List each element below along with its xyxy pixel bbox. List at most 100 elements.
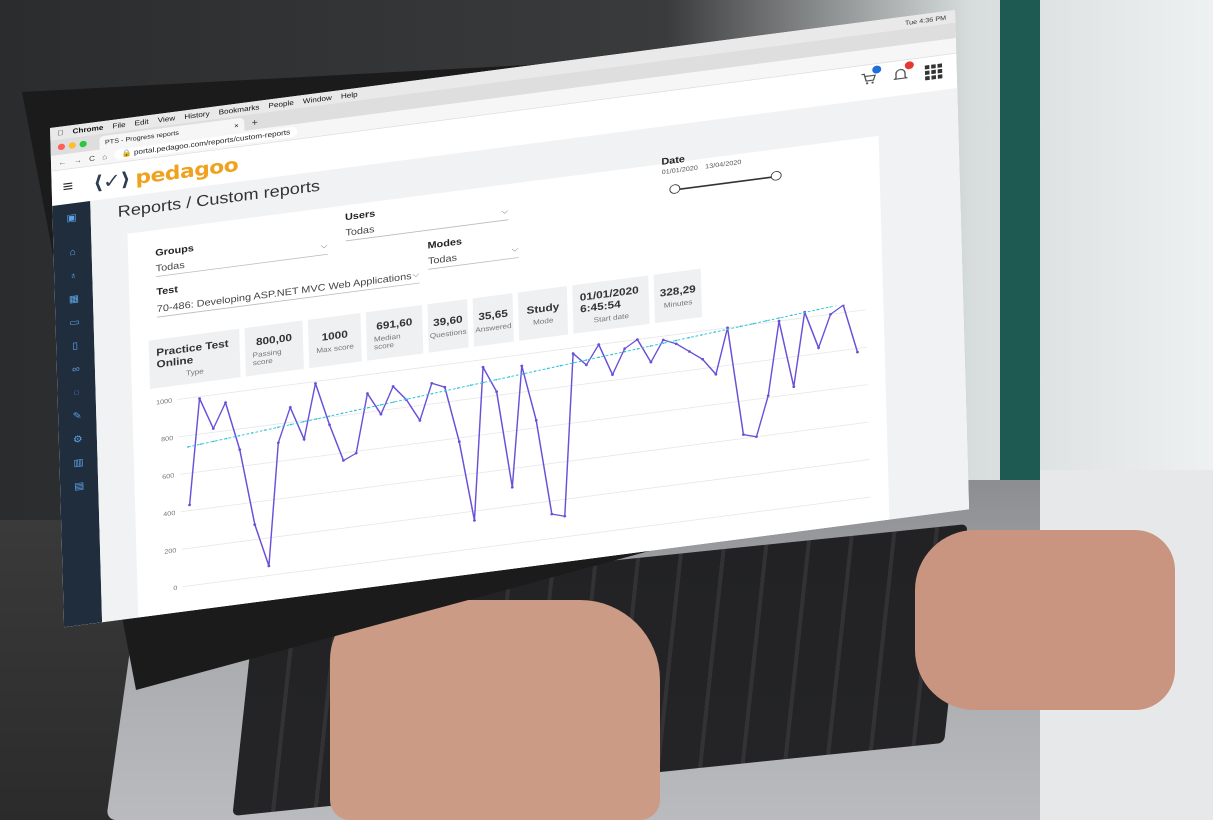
edit-icon[interactable]: ✎ bbox=[72, 410, 81, 422]
gridline bbox=[180, 421, 869, 513]
bell-icon[interactable] bbox=[892, 60, 914, 86]
trend-point bbox=[598, 356, 600, 359]
close-tab-icon[interactable]: × bbox=[234, 121, 239, 129]
photo-scene:  Chrome File Edit View History Bookmark… bbox=[0, 0, 1213, 820]
chat-icon[interactable]: ◌ bbox=[73, 386, 80, 398]
stat-label: Max score bbox=[316, 341, 354, 355]
stat-card: Practice Test Online Type bbox=[148, 328, 241, 389]
users-value: Todas bbox=[345, 223, 375, 238]
stat-card: 35,65 Answered bbox=[472, 293, 514, 347]
stat-card: 800,00 Passing score bbox=[244, 320, 304, 377]
groups-value: Todas bbox=[155, 258, 185, 274]
mobile-icon[interactable]: ▯ bbox=[72, 340, 78, 352]
stat-label: Type bbox=[186, 367, 204, 378]
stat-label: Mode bbox=[532, 315, 554, 327]
trend-point bbox=[636, 348, 639, 350]
gear-icon[interactable]: ⚙ bbox=[73, 433, 83, 445]
trend-point bbox=[829, 306, 832, 308]
infinity-icon[interactable]: ∞ bbox=[72, 363, 80, 375]
apple-menu-icon[interactable]:  bbox=[57, 129, 63, 138]
menu-view[interactable]: View bbox=[158, 114, 176, 124]
trend-point bbox=[469, 384, 472, 387]
trend-point bbox=[289, 423, 292, 426]
stat-card: 1000 Max score bbox=[307, 312, 362, 369]
menu-icon[interactable]: ≡ bbox=[62, 174, 93, 196]
minimize-window-icon[interactable] bbox=[68, 141, 76, 150]
trend-point bbox=[700, 334, 703, 336]
stat-card: Study Mode bbox=[517, 286, 569, 341]
stat-value: 39,60 bbox=[432, 312, 463, 329]
close-window-icon[interactable] bbox=[57, 143, 66, 151]
logo-mark: ⟨✓⟩ bbox=[93, 167, 131, 195]
card-icon[interactable]: ▭ bbox=[69, 316, 80, 328]
lock-icon: 🔒 bbox=[121, 148, 132, 158]
score-point bbox=[443, 385, 447, 389]
home-icon[interactable]: ⌂ bbox=[69, 246, 76, 258]
reload-icon[interactable]: C bbox=[89, 154, 95, 163]
slider-start-handle[interactable] bbox=[669, 183, 681, 195]
bar-chart-icon[interactable]: ▥ bbox=[73, 456, 84, 468]
stat-value: Study bbox=[526, 300, 560, 316]
score-point bbox=[188, 503, 192, 507]
stat-label: Start date bbox=[593, 311, 630, 325]
stat-value: 691,60 bbox=[376, 315, 413, 332]
archive-icon[interactable]: ▤ bbox=[74, 480, 85, 492]
y-tick-label: 200 bbox=[164, 548, 176, 556]
chevron-down-icon: ⌵ bbox=[320, 241, 328, 251]
trend-point bbox=[315, 418, 318, 420]
score-point bbox=[520, 364, 524, 368]
header-actions bbox=[860, 60, 943, 91]
stat-card: 39,60 Questions bbox=[427, 299, 469, 353]
grid-icon[interactable]: ▦ bbox=[69, 293, 80, 305]
score-point bbox=[742, 433, 745, 436]
test-label: Test bbox=[156, 283, 179, 298]
y-tick-label: 1000 bbox=[156, 398, 173, 407]
trend-point bbox=[456, 387, 459, 389]
menu-help[interactable]: Help bbox=[341, 90, 358, 100]
forward-icon[interactable]: → bbox=[74, 156, 82, 165]
stat-value: 328,29 bbox=[659, 282, 696, 299]
stat-card: 328,29 Minutes bbox=[653, 268, 703, 324]
score-point bbox=[777, 319, 781, 323]
trend-point bbox=[302, 420, 305, 423]
stat-label: Questions bbox=[429, 326, 467, 340]
trend-point bbox=[765, 320, 768, 322]
folder-icon[interactable]: ▣ bbox=[66, 211, 77, 223]
menu-file[interactable]: File bbox=[112, 121, 125, 131]
trend-point bbox=[495, 378, 498, 381]
score-point bbox=[430, 381, 434, 385]
trend-point bbox=[187, 446, 189, 448]
trend-point bbox=[688, 336, 690, 339]
date-to: 13/04/2020 bbox=[705, 158, 742, 171]
score-point bbox=[792, 385, 796, 389]
y-tick-label: 400 bbox=[163, 510, 175, 518]
chevron-down-icon: ⌵ bbox=[511, 244, 519, 255]
trend-point bbox=[508, 376, 511, 378]
trend-point bbox=[341, 412, 344, 415]
stat-label: Passing score bbox=[252, 347, 282, 367]
score-point bbox=[510, 486, 514, 489]
maximize-window-icon[interactable] bbox=[79, 140, 87, 148]
menu-history[interactable]: History bbox=[184, 110, 210, 121]
menu-people[interactable]: People bbox=[268, 99, 294, 110]
back-icon[interactable]: ← bbox=[58, 158, 66, 167]
modes-value: Todas bbox=[427, 251, 458, 267]
cart-icon[interactable] bbox=[860, 65, 882, 90]
y-tick-label: 800 bbox=[161, 435, 173, 443]
chevron-down-icon: ⌵ bbox=[501, 206, 509, 217]
apps-grid-icon[interactable] bbox=[924, 63, 943, 81]
test-value: 70-486: Developing ASP.NET MVC Web Appli… bbox=[156, 269, 412, 315]
stat-value: 1000 bbox=[321, 327, 348, 343]
slider-track bbox=[674, 175, 777, 191]
date-range-slider[interactable] bbox=[669, 170, 782, 196]
bell-badge bbox=[904, 60, 914, 70]
new-tab-button[interactable]: + bbox=[251, 115, 258, 130]
stat-label: Answered bbox=[475, 321, 512, 334]
menu-edit[interactable]: Edit bbox=[134, 118, 148, 128]
home-icon[interactable]: ⌂ bbox=[102, 152, 107, 160]
microphone-icon[interactable]: ♁ bbox=[69, 269, 77, 281]
slider-end-handle[interactable] bbox=[770, 170, 782, 182]
score-point bbox=[766, 394, 770, 397]
trend-point bbox=[611, 353, 613, 356]
score-point bbox=[472, 519, 476, 522]
